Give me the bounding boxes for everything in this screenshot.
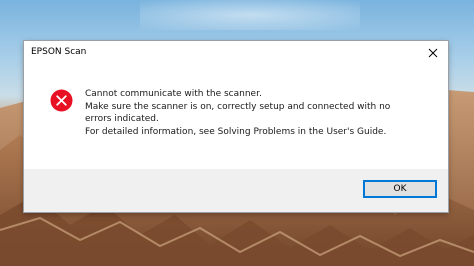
dialog-title: EPSON Scan xyxy=(31,47,87,57)
message-line: errors indicated. xyxy=(85,114,159,124)
error-dialog: EPSON Scan Cannot communicate with the s… xyxy=(24,41,448,212)
error-message: Cannot communicate with the scanner. Mak… xyxy=(85,88,440,138)
dialog-titlebar: EPSON Scan xyxy=(24,41,448,65)
ok-button[interactable]: OK xyxy=(363,180,437,198)
message-line: Make sure the scanner is on, correctly s… xyxy=(85,101,391,112)
error-icon xyxy=(50,89,73,112)
close-icon xyxy=(428,48,438,58)
message-line: Cannot communicate with the scanner. xyxy=(85,89,262,99)
message-line: For detailed information, see Solving Pr… xyxy=(85,126,387,137)
dialog-content: Cannot communicate with the scanner. Mak… xyxy=(24,65,448,169)
desktop-background: EPSON Scan Cannot communicate with the s… xyxy=(0,0,474,266)
close-button[interactable] xyxy=(418,41,448,65)
dialog-footer: OK xyxy=(24,169,448,212)
